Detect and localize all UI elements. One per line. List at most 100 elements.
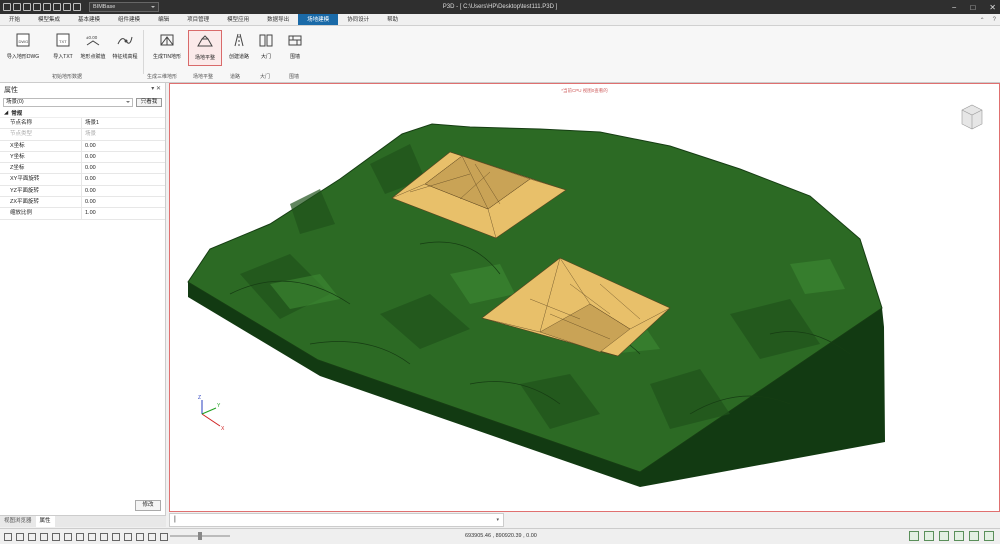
property-row[interactable]: YZ平面旋转 0.00 [0,185,165,198]
snapshot-icon[interactable] [136,533,144,541]
property-row[interactable]: 节点类型 场景 [0,129,165,141]
feature-line-icon [116,32,134,48]
property-row[interactable]: XY平面旋转 0.00 [0,174,165,186]
command-input[interactable]: | ▾ [169,513,504,527]
property-key: ZX平面旋转 [0,197,82,208]
import-dwg-button[interactable]: DWG 导入地形DWG [2,30,44,66]
zoom-window-icon[interactable] [40,533,48,541]
elevation-point-button[interactable]: ±0.00 地形点赋值 [76,30,110,66]
scene-selector[interactable]: 场景(0) [3,97,133,107]
ribbon-collapse-icon[interactable]: ⌃ [980,17,985,24]
grid-icon[interactable] [909,531,919,541]
layer-icon[interactable] [148,533,156,541]
view-side-icon[interactable] [76,533,84,541]
svg-text:Y: Y [217,403,221,409]
section-icon[interactable] [112,533,120,541]
view-top-icon[interactable] [52,533,60,541]
site-leveling-button[interactable]: 场地平整 [188,30,222,66]
polar-icon[interactable] [954,531,964,541]
new-file-icon[interactable] [13,3,21,11]
pin-icon[interactable]: ▾ ✕ [151,85,161,92]
property-value[interactable]: 0.00 [82,174,165,184]
print-icon[interactable] [53,3,61,11]
tab-model-application[interactable]: 模型应用 [218,14,258,25]
property-value: 场景 [85,131,97,138]
workspace-select[interactable]: BIMBase [89,2,159,12]
ribbon: DWG 导入地形DWG TXT 导入TXT ±0.00 地形点赋值 特征线高程 … [0,26,1000,83]
undo-icon[interactable] [63,3,71,11]
save-as-icon[interactable] [43,3,51,11]
tab-component-modeling[interactable]: 组件建模 [109,14,149,25]
tab-site-modeling[interactable]: 场地建模 [298,14,339,25]
import-txt-button[interactable]: TXT 导入TXT [46,30,80,66]
property-key: 节点类型 [0,129,82,140]
rotate-icon[interactable] [28,533,36,541]
create-road-button[interactable]: 创建道路 [222,30,256,66]
property-value[interactable]: 1.00 [82,208,165,218]
help-icon[interactable]: ? [993,17,996,23]
tab-properties[interactable]: 属性 [35,516,55,527]
chevron-down-icon[interactable]: ▾ [496,514,499,526]
property-value[interactable]: 0.00 [82,141,165,151]
tab-model-integration[interactable]: 模型集成 [29,14,69,25]
modify-button[interactable]: 修改 [135,500,161,511]
tab-edit[interactable]: 编辑 [149,14,178,25]
elevation-point-icon: ±0.00 [84,32,102,48]
show-mine-button[interactable]: 只看我 [136,97,162,107]
svg-text:±0.00: ±0.00 [86,35,98,40]
generate-tin-button[interactable]: 生成TIN地形 [148,30,186,66]
dwg-import-icon: DWG [14,32,32,48]
gate-button[interactable]: 大门 [252,30,280,66]
status-bar: 693905.46 , 890920.39 , 0.00 [0,528,1000,544]
property-key: 缩放比例 [0,208,82,219]
layout-icon[interactable] [969,531,979,541]
property-value[interactable]: 0.00 [82,152,165,162]
category-general[interactable]: ◢ 常规 [0,108,165,118]
tab-help[interactable]: 帮助 [378,14,407,25]
redo-icon[interactable] [73,3,81,11]
ortho-icon[interactable] [939,531,949,541]
group-label-initial-terrain: 初始地形数据 [52,74,83,80]
property-row[interactable]: ZX平面旋转 0.00 [0,197,165,209]
tab-start[interactable]: 开始 [0,14,29,25]
property-row[interactable]: Y坐标 0.00 [0,151,165,164]
measure-icon[interactable] [124,533,132,541]
tab-basic-modeling[interactable]: 基本建模 [69,14,109,25]
properties-title: 属性 [4,86,18,94]
close-icon[interactable]: ✕ [989,3,996,12]
property-row[interactable]: Z坐标 0.00 [0,163,165,175]
minimize-icon[interactable]: − [952,3,957,12]
zoom-slider[interactable] [170,532,230,540]
wall-button[interactable]: 围墙 [281,30,309,66]
zoom-extents-icon[interactable] [4,533,12,541]
property-value[interactable]: 0.00 [82,197,165,207]
property-value[interactable]: 场景1 [82,118,165,128]
settings-icon[interactable] [984,531,994,541]
svg-text:DWG: DWG [19,39,29,44]
save-icon[interactable] [33,3,41,11]
view-iso-icon[interactable] [88,533,96,541]
pan-icon[interactable] [16,533,24,541]
tab-view-browser[interactable]: 视图浏览器 [0,516,36,527]
app-icon[interactable] [3,3,11,11]
render-mode-icon[interactable] [100,533,108,541]
tab-data-export[interactable]: 数据导出 [258,14,298,25]
open-file-icon[interactable] [23,3,31,11]
view-front-icon[interactable] [64,533,72,541]
property-row[interactable]: 缩放比例 1.00 [0,208,165,220]
viewport-label: *当前CPU 视图0查看的 [561,88,608,93]
property-row[interactable]: X坐标 0.00 [0,140,165,152]
text-icon[interactable] [160,533,168,541]
property-key: 节点名称 [0,118,82,129]
feature-line-button[interactable]: 特征线高程 [108,30,142,66]
property-value[interactable]: 0.00 [82,186,165,196]
gate-icon [257,32,275,48]
tab-collaborative-design[interactable]: 协同设计 [338,14,378,25]
tab-project-management[interactable]: 项目管理 [178,14,218,25]
3d-viewport[interactable]: *当前CPU 视图0查看的 Z Y X [169,83,1000,512]
maximize-icon[interactable]: □ [970,3,975,12]
snap-icon[interactable] [924,531,934,541]
property-key: Y坐标 [0,151,82,163]
property-value[interactable]: 0.00 [82,163,165,173]
property-row[interactable]: 节点名称 场景1 [0,118,165,130]
